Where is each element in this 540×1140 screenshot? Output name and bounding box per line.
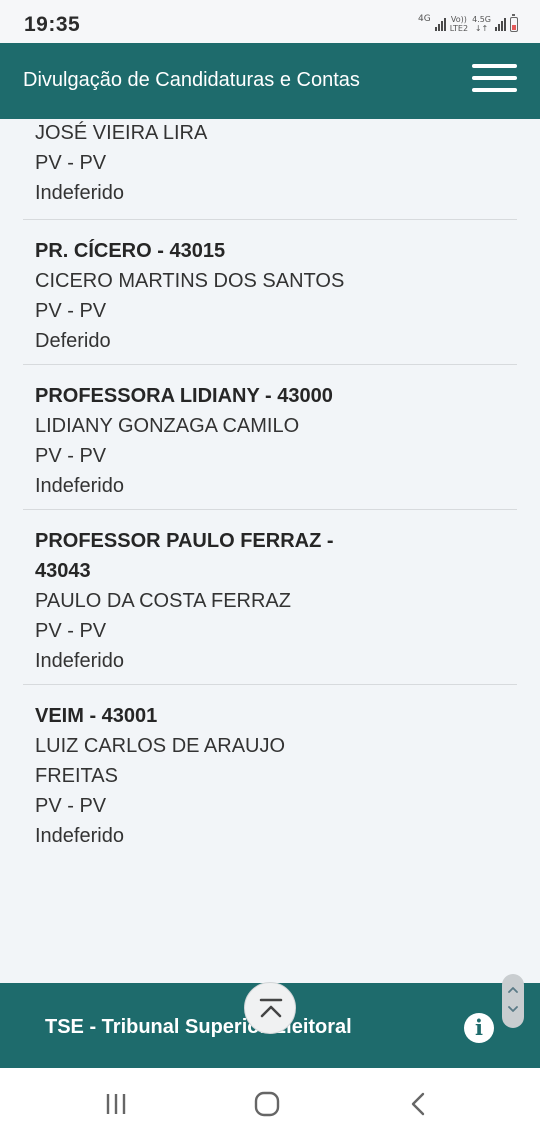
data-activity-icon: ↓↑	[474, 24, 489, 33]
chevron-up-icon	[508, 987, 518, 993]
battery-icon	[510, 13, 518, 32]
lte-label: LTE2	[449, 24, 469, 33]
candidate-item[interactable]: VEIM - 43001 LUIZ CARLOS DE ARAUJO FREIT…	[23, 685, 517, 851]
signal-strength-icon	[434, 17, 446, 31]
back-icon[interactable]	[408, 1092, 430, 1116]
candidate-ballot-name: PROFESSORA LIDIANY - 43000	[35, 385, 333, 407]
page-title: Divulgação de Candidaturas e Contas	[23, 69, 360, 91]
volte-indicator: Vo)) LTE2	[450, 15, 468, 33]
candidate-full-name: CICERO MARTINS DOS SANTOS	[35, 270, 345, 292]
data-speed-indicator: 4.5G ↓↑	[472, 15, 491, 33]
candidate-party: PV - PV	[35, 620, 107, 642]
footer-title: TSE - Tribunal Superior Eleitoral	[45, 1016, 352, 1038]
candidate-full-name: LIDIANY GONZAGA CAMILO	[35, 415, 300, 437]
candidate-status: Deferido	[35, 330, 111, 352]
candidate-full-name: JOSÉ VIEIRA LIRA	[35, 122, 208, 144]
status-bar: 19:35 4G Vo)) LTE2 4.5G ↓↑	[0, 0, 540, 43]
status-icons: 4G Vo)) LTE2 4.5G ↓↑	[417, 13, 518, 34]
system-nav-bar	[0, 1068, 540, 1140]
candidate-item[interactable]: PR. CÍCERO - 43015 CICERO MARTINS DOS SA…	[23, 220, 517, 365]
candidate-status: Indeferido	[35, 182, 124, 204]
app-header: Divulgação de Candidaturas e Contas	[0, 43, 540, 119]
candidate-party: PV - PV	[35, 300, 107, 322]
speed-label: 4.5G	[472, 15, 491, 24]
volte-label: Vo))	[450, 15, 467, 24]
candidate-list: JOSÉ VIEIRA LIRA PV - PV Indeferido PR. …	[23, 119, 517, 983]
candidate-item[interactable]: PROFESSOR PAULO FERRAZ - 43043 PAULO DA …	[23, 510, 517, 685]
signal-strength-2-icon	[495, 17, 506, 31]
candidate-status: Indeferido	[35, 825, 124, 847]
candidate-ballot-name: VEIM - 43001	[35, 705, 158, 727]
info-icon[interactable]: i	[464, 1013, 494, 1043]
candidate-full-name: PAULO DA COSTA FERRAZ	[35, 590, 291, 612]
candidate-status: Indeferido	[35, 475, 124, 497]
candidate-party: PV - PV	[35, 445, 107, 467]
candidate-party: PV - PV	[35, 152, 107, 174]
candidate-ballot-name: PR. CÍCERO - 43015	[35, 240, 226, 262]
recents-icon[interactable]	[104, 1092, 128, 1116]
candidate-ballot-name: PROFESSOR PAULO FERRAZ - 43043	[35, 530, 334, 582]
candidate-full-name: LUIZ CARLOS DE ARAUJO FREITAS	[35, 735, 286, 787]
status-time: 19:35	[24, 13, 81, 36]
candidate-item[interactable]: PROFESSORA LIDIANY - 43000 LIDIANY GONZA…	[23, 365, 517, 510]
candidate-status: Indeferido	[35, 650, 124, 672]
candidate-party: PV - PV	[35, 795, 107, 817]
network-type-label: 4G	[417, 14, 431, 24]
scroll-to-top-button[interactable]	[244, 982, 296, 1034]
chevron-up-to-top-icon	[259, 998, 283, 1018]
side-scroll-control[interactable]	[502, 974, 524, 1028]
home-icon[interactable]	[254, 1091, 280, 1117]
chevron-down-icon	[508, 1006, 518, 1012]
hamburger-menu-icon[interactable]	[466, 61, 522, 101]
candidate-item[interactable]: JOSÉ VIEIRA LIRA PV - PV Indeferido	[23, 119, 517, 220]
